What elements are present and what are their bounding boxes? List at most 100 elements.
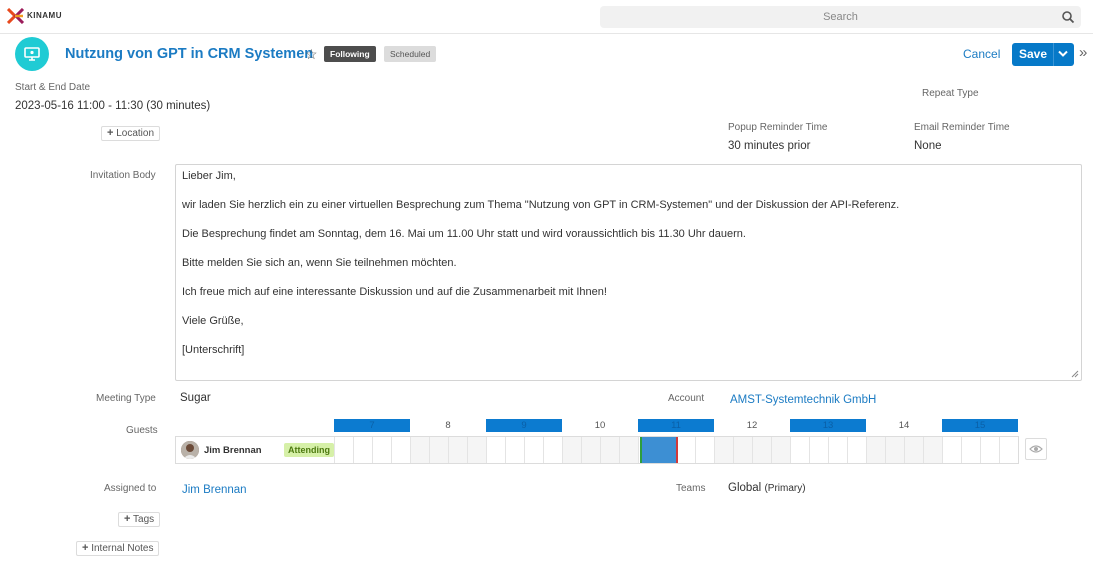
assigned-to-link[interactable]: Jim Brennan bbox=[182, 484, 247, 496]
grid-cell bbox=[505, 437, 524, 463]
repeat-type-label: Repeat Type bbox=[922, 88, 979, 99]
invitation-body-textarea[interactable]: Lieber Jim, wir laden Sie herzlich ein z… bbox=[175, 164, 1082, 381]
grid-cell bbox=[885, 437, 904, 463]
add-location-button[interactable]: + Location bbox=[101, 126, 161, 141]
scheduler-hour-10: 10 bbox=[594, 420, 606, 431]
logo-text: KINAMU bbox=[27, 11, 62, 20]
grid-cell bbox=[334, 437, 353, 463]
record-title: Nutzung von GPT in CRM Systemen bbox=[65, 46, 314, 62]
save-label: Save bbox=[1019, 47, 1048, 61]
guest-row: Jim Brennan Attending bbox=[175, 436, 1019, 464]
grid-cell bbox=[581, 437, 600, 463]
email-reminder-value[interactable]: None bbox=[914, 140, 942, 152]
scheduler-hour-8: 8 bbox=[445, 420, 451, 431]
add-tags-button[interactable]: + Tags bbox=[118, 512, 161, 527]
eye-icon[interactable] bbox=[1025, 438, 1047, 460]
grid-cell bbox=[524, 437, 543, 463]
scheduler-hour-9: 9 bbox=[486, 419, 562, 432]
meeting-start-marker[interactable] bbox=[640, 437, 642, 463]
grid-cell bbox=[353, 437, 372, 463]
scheduler-hour-14: 14 bbox=[898, 420, 910, 431]
email-reminder-label: Email Reminder Time bbox=[914, 122, 1010, 133]
chevron-down-icon[interactable] bbox=[1058, 50, 1068, 58]
add-internal-notes-label: Internal Notes bbox=[91, 543, 154, 554]
grid-cell bbox=[391, 437, 410, 463]
favorite-star-icon[interactable]: ☆ bbox=[305, 46, 318, 63]
teams-label: Teams bbox=[676, 483, 706, 494]
team-primary: (Primary) bbox=[764, 483, 806, 494]
cancel-button[interactable]: Cancel bbox=[963, 47, 1000, 61]
grid-cell bbox=[942, 437, 961, 463]
account-label: Account bbox=[668, 393, 705, 404]
grid-cell bbox=[771, 437, 790, 463]
popup-reminder-value[interactable]: 30 minutes prior bbox=[728, 140, 810, 152]
grid-cell bbox=[733, 437, 752, 463]
add-location-label: Location bbox=[116, 128, 155, 139]
grid-cell bbox=[999, 437, 1018, 463]
body-line: wir laden Sie herzlich ein zu einer virt… bbox=[182, 199, 900, 211]
availability-grid[interactable] bbox=[334, 437, 1018, 463]
start-end-date-value[interactable]: 2023-05-16 11:00 - 11:30 (30 minutes) bbox=[15, 100, 210, 112]
add-internal-notes-button[interactable]: + Internal Notes bbox=[76, 541, 160, 556]
save-divider bbox=[1053, 43, 1054, 66]
search-icon[interactable] bbox=[1061, 10, 1075, 24]
guests-label: Guests bbox=[126, 425, 158, 436]
user-photo-icon bbox=[181, 441, 199, 459]
meeting-type-value[interactable]: Sugar bbox=[180, 392, 211, 404]
logo-mark-icon bbox=[6, 7, 25, 25]
scheduler-hour-13: 13 bbox=[790, 419, 866, 432]
grid-cell bbox=[695, 437, 714, 463]
body-line: [Unterschrift] bbox=[182, 344, 245, 356]
grid-cell bbox=[961, 437, 980, 463]
scheduler-hour-7: 7 bbox=[334, 419, 410, 432]
grid-cell bbox=[410, 437, 429, 463]
body-line: Ich freue mich auf eine interessante Dis… bbox=[182, 286, 607, 298]
top-bar: KINAMU Search bbox=[0, 0, 1093, 34]
popup-reminder-label: Popup Reminder Time bbox=[728, 122, 828, 133]
grid-cell bbox=[676, 437, 695, 463]
avatar[interactable] bbox=[181, 441, 199, 459]
grid-cell bbox=[980, 437, 999, 463]
scheduler-hour-11: 11 bbox=[638, 419, 714, 432]
attending-badge[interactable]: Attending bbox=[284, 443, 334, 457]
body-line: Viele Grüße, bbox=[182, 315, 244, 327]
grid-cell bbox=[866, 437, 885, 463]
grid-cell bbox=[790, 437, 809, 463]
expand-panel-icon[interactable]: » bbox=[1079, 44, 1087, 61]
grid-cell bbox=[486, 437, 505, 463]
grid-cell bbox=[429, 437, 448, 463]
body-line: Die Besprechung findet am Sonntag, dem 1… bbox=[182, 228, 746, 240]
teams-value[interactable]: Global (Primary) bbox=[728, 482, 806, 494]
search-placeholder: Search bbox=[823, 11, 858, 23]
grid-cell bbox=[714, 437, 733, 463]
grid-cell bbox=[752, 437, 771, 463]
status-badge: Scheduled bbox=[384, 46, 437, 62]
grid-cell bbox=[847, 437, 866, 463]
search-bar[interactable]: Search bbox=[600, 6, 1081, 28]
grid-cell bbox=[600, 437, 619, 463]
meeting-end-marker[interactable] bbox=[676, 437, 678, 463]
save-button[interactable]: Save bbox=[1012, 43, 1074, 66]
kinamu-logo[interactable]: KINAMU bbox=[6, 7, 67, 26]
grid-cell bbox=[562, 437, 581, 463]
grid-cell bbox=[372, 437, 391, 463]
scheduler-hour-12: 12 bbox=[746, 420, 758, 431]
guest-name[interactable]: Jim Brennan bbox=[204, 445, 262, 456]
body-line: Bitte melden Sie sich an, wenn Sie teiln… bbox=[182, 257, 457, 269]
invitation-body-label: Invitation Body bbox=[90, 170, 156, 181]
grid-cell bbox=[619, 437, 638, 463]
account-link[interactable]: AMST-Systemtechnik GmbH bbox=[730, 394, 876, 406]
grid-cell bbox=[809, 437, 828, 463]
scheduler-hour-15: 15 bbox=[942, 419, 1018, 432]
meeting-type-label: Meeting Type bbox=[96, 393, 156, 404]
following-badge[interactable]: Following bbox=[324, 46, 376, 62]
meeting-busy-slot[interactable] bbox=[640, 437, 678, 463]
assigned-to-label: Assigned to bbox=[104, 483, 157, 494]
team-name: Global bbox=[728, 482, 762, 494]
grid-cell bbox=[467, 437, 486, 463]
meeting-record-icon bbox=[15, 37, 49, 71]
grid-cell bbox=[923, 437, 942, 463]
start-end-date-label: Start & End Date bbox=[15, 82, 91, 93]
body-line: Lieber Jim, bbox=[182, 170, 236, 182]
resize-handle-icon[interactable] bbox=[1071, 370, 1079, 378]
